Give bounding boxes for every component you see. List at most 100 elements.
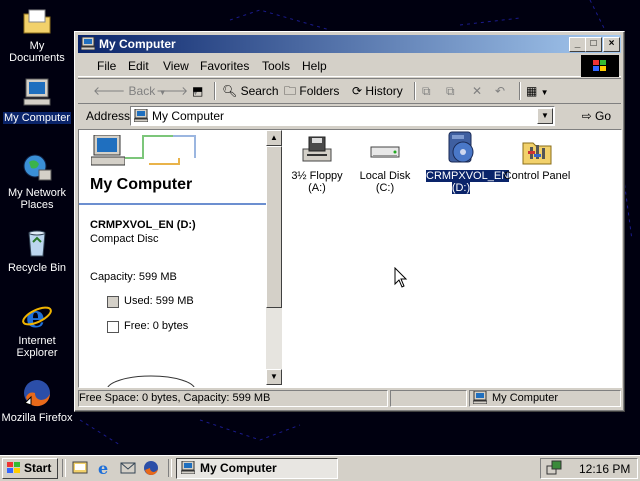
launch-ie-button[interactable]: e: [96, 459, 112, 478]
info-pane-heading: My Computer: [90, 176, 193, 193]
move-to-button[interactable]: ⧉: [422, 83, 431, 99]
back-label: Back: [128, 84, 156, 98]
internet-explorer-icon: e: [98, 459, 108, 478]
drive-name: CRMPXVOL_EN (D:): [90, 219, 196, 231]
up-folder-button[interactable]: ⬒: [192, 83, 203, 99]
go-arrow-icon: ⇨: [581, 109, 592, 123]
vertical-scrollbar[interactable]: ▲ ▼: [266, 130, 282, 385]
used-swatch: [107, 296, 119, 308]
desktop-icon-recycle-bin[interactable]: Recycle Bin: [0, 227, 74, 274]
desktop-icon-my-documents[interactable]: My Documents: [0, 5, 74, 64]
desktop-icon-label: My Documents: [9, 40, 65, 64]
computer-icon: [472, 390, 488, 409]
item-cd-drive[interactable]: CRMPXVOL_EN (D:): [426, 130, 510, 194]
search-button[interactable]: 🔍︎ Search: [222, 83, 279, 99]
drive-type: Compact Disc: [90, 233, 159, 245]
maximize-button[interactable]: □: [585, 37, 602, 52]
move-to-icon: ⧉: [422, 84, 431, 98]
item-local-disk[interactable]: Local Disk (C:): [350, 135, 420, 194]
views-button[interactable]: ▦ ▼: [526, 83, 549, 99]
delete-button[interactable]: ✕: [472, 83, 482, 99]
info-pane: My Computer CRMPXVOL_EN (D:) Compact Dis…: [79, 130, 266, 387]
system-tray: 12:16 PM: [540, 458, 638, 479]
standard-toolbar: 🡐 Back ▼ 🡒 ▼ ⬒ 🔍︎ Search 🗀 Folders ⟳ His…: [78, 78, 621, 104]
firefox-icon: [21, 377, 53, 409]
status-free-space: Free Space: 0 bytes, Capacity: 599 MB: [78, 390, 388, 407]
start-label: Start: [24, 461, 52, 475]
history-icon: ⟳: [352, 84, 363, 98]
free-text: Free: 0 bytes: [124, 320, 189, 332]
folder-icon: [21, 5, 53, 37]
item-control-panel[interactable]: Control Panel: [502, 135, 572, 182]
start-button[interactable]: Start: [2, 458, 58, 479]
desktop-icon-my-network-places[interactable]: My Network Places: [0, 152, 74, 211]
item-label: Control Panel: [503, 170, 571, 182]
title-bar[interactable]: My Computer _ □ ×: [78, 35, 621, 53]
computer-icon: [180, 460, 196, 477]
taskbar-separator: [168, 459, 172, 477]
menu-file[interactable]: File: [97, 59, 116, 73]
go-button[interactable]: ⇨ Go: [582, 109, 611, 123]
item-label: 3½ Floppy (A:): [291, 170, 343, 194]
usage-pie-chart: [107, 375, 195, 387]
address-dropdown-button[interactable]: ▼: [537, 108, 553, 124]
menu-favorites[interactable]: Favorites: [200, 59, 249, 73]
folders-button[interactable]: 🗀 Folders: [284, 83, 339, 99]
menu-view[interactable]: View: [163, 59, 189, 73]
go-label: Go: [594, 109, 611, 123]
capacity-text: Capacity: 599 MB: [90, 271, 177, 283]
scroll-down-button[interactable]: ▼: [266, 369, 282, 385]
taskbar-button-label: My Computer: [200, 461, 277, 475]
delete-icon: ✕: [472, 84, 483, 98]
computer-icon: [90, 134, 126, 170]
taskbar-button-my-computer[interactable]: My Computer: [176, 458, 338, 479]
toolbar-separator: [214, 82, 216, 100]
copy-to-icon: ⧉: [446, 84, 455, 98]
network-connection-icon[interactable]: [546, 460, 562, 479]
undo-icon: ↶: [495, 84, 506, 98]
free-swatch: [107, 321, 119, 333]
desktop-icon-label: Recycle Bin: [7, 262, 67, 274]
scroll-up-button[interactable]: ▲: [266, 130, 282, 146]
used-text: Used: 599 MB: [124, 295, 194, 307]
history-button[interactable]: ⟳ History: [352, 83, 403, 99]
svg-text:e: e: [26, 300, 45, 332]
svg-text:e: e: [98, 460, 108, 476]
chevron-down-icon: ▼: [270, 372, 278, 381]
address-input[interactable]: My Computer ▼: [130, 106, 555, 126]
computer-icon: [80, 36, 96, 51]
hard-disk-icon: [369, 135, 401, 167]
clock[interactable]: 12:16 PM: [579, 462, 630, 476]
windows-logo-icon: [6, 461, 22, 478]
desktop-icon: [72, 461, 88, 474]
show-desktop-button[interactable]: [72, 460, 88, 476]
close-button[interactable]: ×: [603, 37, 620, 52]
control-panel-icon: [521, 135, 553, 167]
mail-icon: [120, 462, 136, 474]
address-value: My Computer: [152, 109, 225, 123]
close-icon: ×: [608, 38, 615, 49]
status-zone-label: My Computer: [492, 392, 559, 404]
desktop-icon-my-computer[interactable]: My Computer: [0, 77, 74, 124]
status-panel-empty: [390, 390, 467, 407]
item-floppy-drive[interactable]: 3½ Floppy (A:): [282, 135, 352, 194]
desktop-icon-mozilla-firefox[interactable]: Mozilla Firefox: [0, 377, 74, 424]
menu-tools[interactable]: Tools: [262, 59, 290, 73]
copy-to-button[interactable]: ⧉: [446, 83, 455, 99]
launch-outlook-button[interactable]: [120, 460, 136, 476]
status-zone: My Computer: [469, 390, 621, 407]
desktop-icon-internet-explorer[interactable]: e Internet Explorer: [0, 300, 74, 359]
folders-label: Folders: [299, 84, 340, 98]
launch-firefox-button[interactable]: [143, 460, 159, 476]
recycle-bin-icon: [21, 227, 53, 259]
internet-explorer-icon: e: [21, 300, 53, 335]
menu-edit[interactable]: Edit: [128, 59, 149, 73]
scroll-thumb[interactable]: [266, 146, 282, 308]
firefox-icon: [144, 461, 158, 475]
chevron-up-icon: ▲: [270, 133, 278, 142]
undo-button[interactable]: ↶: [495, 83, 505, 99]
window-title: My Computer: [99, 37, 176, 51]
minimize-button[interactable]: _: [569, 37, 586, 52]
mouse-cursor-icon: [394, 267, 408, 288]
menu-help[interactable]: Help: [302, 59, 327, 73]
